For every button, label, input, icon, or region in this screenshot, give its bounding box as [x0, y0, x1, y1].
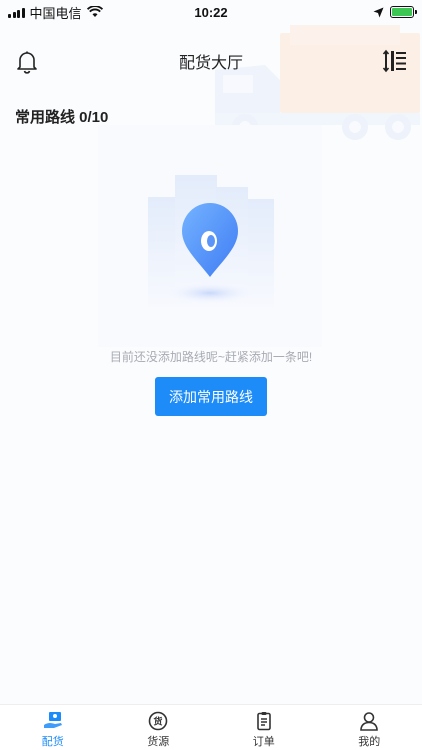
page-title: 配货大厅: [178, 55, 243, 72]
bell-icon[interactable]: [14, 48, 40, 74]
tab-orders[interactable]: 订单: [211, 705, 317, 750]
empty-routes-message: 目前还没添加路线呢~赶紧添加一条吧!: [109, 350, 313, 364]
wifi-icon: [86, 6, 103, 17]
tab-goods-source[interactable]: 货 货源: [106, 705, 212, 750]
svg-text:货: 货: [154, 716, 163, 728]
tab-label: 订单: [252, 736, 275, 748]
tab-label: 货源: [147, 736, 170, 748]
header: 配货大厅: [0, 44, 422, 78]
tab-label: 配货: [41, 736, 64, 748]
empty-routes-illustration: [98, 125, 322, 347]
routes-section-title: 常用路线 0/10: [15, 109, 109, 126]
tab-label: 我的: [358, 736, 381, 748]
tab-mine[interactable]: 我的: [317, 705, 422, 750]
sort-list-icon[interactable]: [382, 48, 408, 74]
carrier-label: 中国电信: [29, 5, 82, 21]
status-right: [373, 6, 417, 18]
tab-dispatch[interactable]: 配货: [0, 705, 106, 750]
goods-source-icon: 货: [148, 711, 168, 731]
status-left: 中国电信: [8, 3, 103, 22]
clipboard-icon: [256, 712, 271, 731]
add-route-button[interactable]: 添加常用路线: [155, 377, 267, 416]
location-arrow-icon: [373, 7, 384, 17]
battery-icon: [390, 6, 417, 18]
signal-icon: [8, 7, 25, 18]
status-bar: 中国电信 10:22: [0, 0, 422, 24]
status-time: 10:22: [194, 4, 228, 20]
bottom-tab-bar: 配货 货 货源 订单 我的: [0, 704, 422, 750]
dispatch-truck-icon: [43, 712, 62, 728]
user-icon: [360, 712, 379, 731]
